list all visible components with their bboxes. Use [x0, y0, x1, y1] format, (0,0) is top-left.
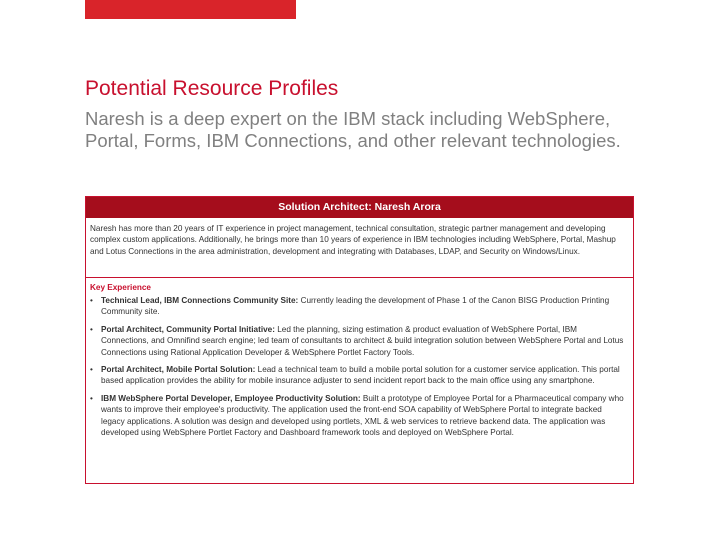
- experience-item: • Technical Lead, IBM Connections Commun…: [90, 295, 627, 318]
- experience-role: Portal Architect, Community Portal Initi…: [101, 324, 278, 334]
- card-header: Solution Architect: Naresh Arora: [86, 197, 633, 218]
- bullet-icon: •: [90, 324, 93, 334]
- key-experience-label: Key Experience: [90, 283, 151, 292]
- bullet-icon: •: [90, 365, 93, 375]
- slide-title: Potential Resource Profiles: [85, 77, 339, 100]
- experience-item: • Portal Architect, Mobile Portal Soluti…: [90, 364, 627, 387]
- profile-card: Solution Architect: Naresh Arora Naresh …: [85, 196, 634, 484]
- profile-summary: Naresh has more than 20 years of IT expe…: [90, 224, 616, 256]
- experience-list: • Technical Lead, IBM Connections Commun…: [86, 295, 633, 438]
- experience-role: Technical Lead, IBM Connections Communit…: [101, 296, 301, 305]
- bullet-icon: •: [90, 393, 93, 403]
- top-accent-bar: [85, 0, 296, 19]
- experience-role: IBM WebSphere Portal Developer, Employee…: [101, 393, 363, 403]
- bullet-icon: •: [90, 296, 93, 305]
- experience-item: • Portal Architect, Community Portal Ini…: [90, 324, 627, 358]
- slide-subtitle: Naresh is a deep expert on the IBM stack…: [85, 108, 621, 151]
- experience-role: Portal Architect, Mobile Portal Solution…: [101, 365, 258, 375]
- experience-item: • IBM WebSphere Portal Developer, Employ…: [90, 393, 627, 439]
